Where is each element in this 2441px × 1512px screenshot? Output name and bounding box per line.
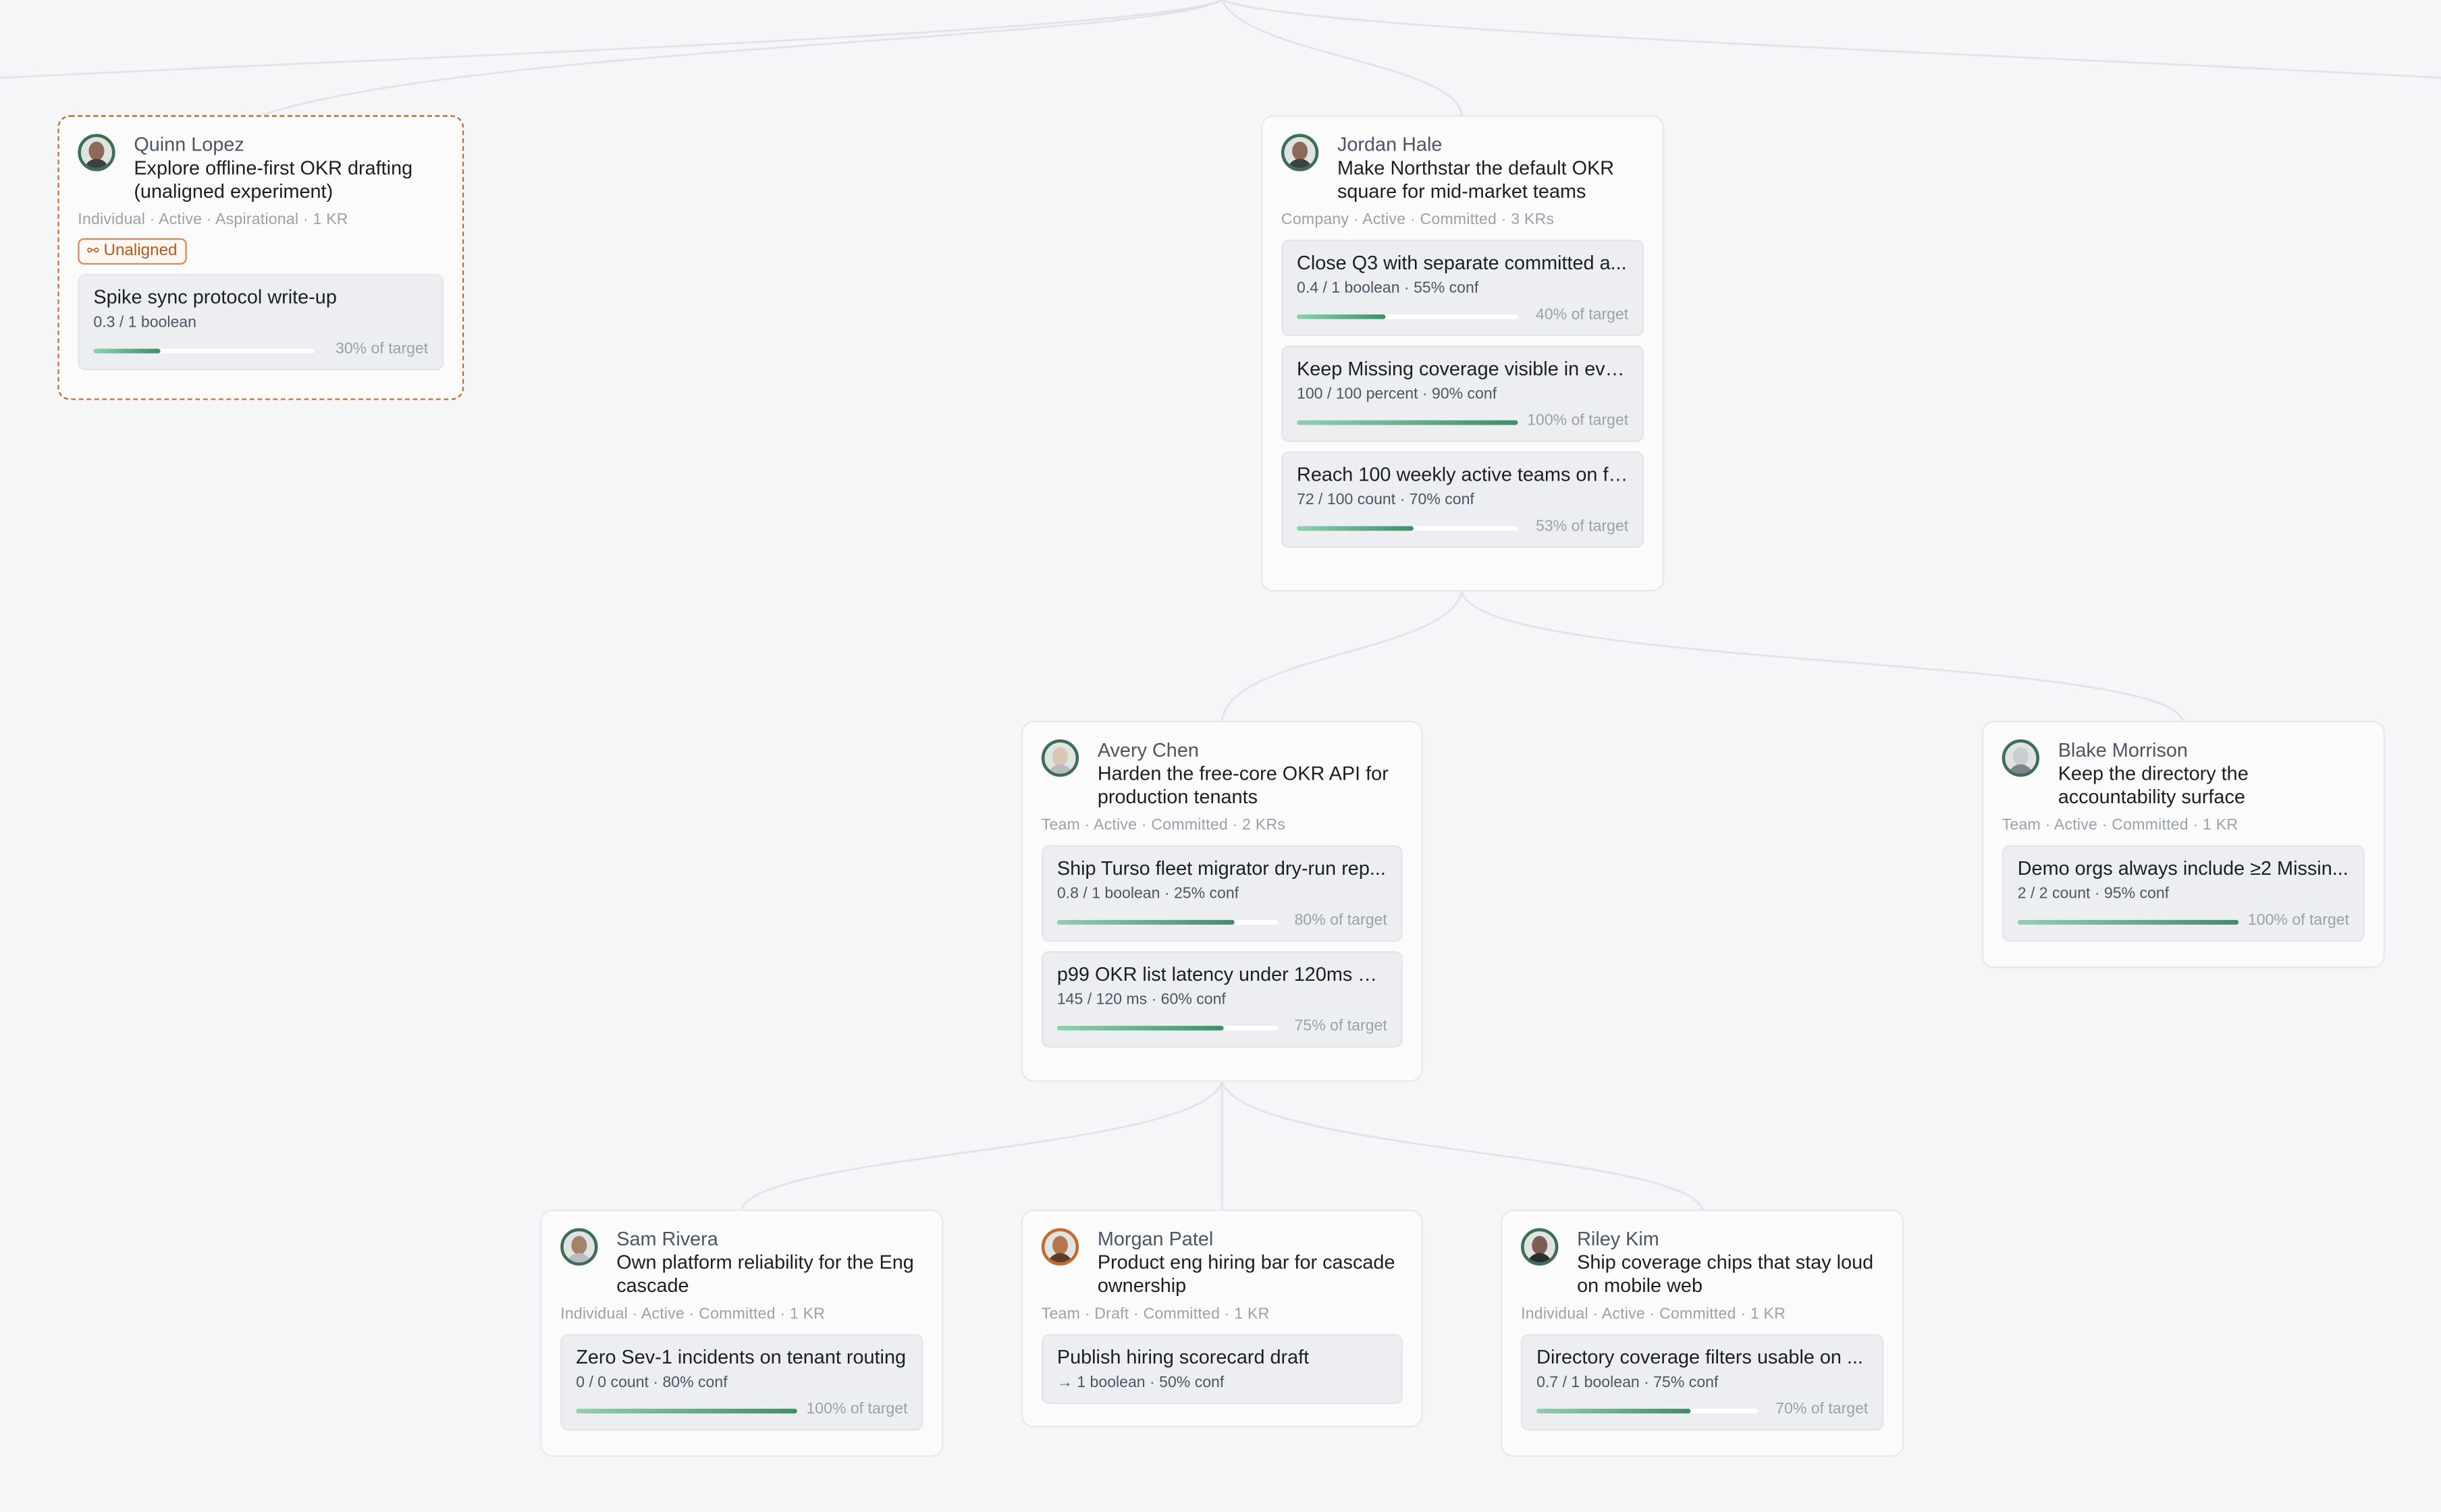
avatar <box>1041 1228 1079 1266</box>
objective-title[interactable]: Keep the directory the accountability su… <box>2058 763 2365 809</box>
objective-title[interactable]: Harden the free-core OKR API for product… <box>1098 763 1403 809</box>
progress-bar <box>1056 919 1279 924</box>
key-result[interactable]: Zero Sev-1 incidents on tenant routing 0… <box>560 1334 923 1431</box>
key-result[interactable]: Demo orgs always include ≥2 Missin... 2 … <box>2002 845 2365 942</box>
kr-title: Keep Missing coverage visible in ever... <box>1296 358 1629 380</box>
edge-root-jordan <box>1221 0 1463 115</box>
objective-meta: Team · Active · Committed · 1 KR <box>2002 817 2238 835</box>
kr-title: Ship Turso fleet migrator dry-run rep... <box>1056 857 1386 880</box>
owner-name: Riley Kim <box>1577 1228 1659 1250</box>
edge-root-left <box>0 0 1223 79</box>
okr-card-avery-chen[interactable]: Avery Chen Harden the free-core OKR API … <box>1021 720 1423 1082</box>
kr-title: Publish hiring scorecard draft <box>1056 1346 1310 1369</box>
edge-root-right <box>1221 0 2441 79</box>
key-result[interactable]: p99 OKR list latency under 120ms at... 1… <box>1041 951 1403 1048</box>
key-result[interactable]: Publish hiring scorecard draft → 1 boole… <box>1041 1334 1403 1405</box>
unaligned-badge: ⚯ Unaligned <box>78 238 187 265</box>
objective-title[interactable]: Ship coverage chips that stay loud on mo… <box>1577 1251 1883 1298</box>
key-result[interactable]: Close Q3 with separate committed a... 0.… <box>1281 240 1644 337</box>
edge-jordan-avery <box>1220 591 1463 721</box>
kr-title: Spike sync protocol write-up <box>93 286 337 308</box>
owner-name: Morgan Patel <box>1097 1228 1214 1250</box>
okr-card-riley-kim[interactable]: Riley Kim Ship coverage chips that stay … <box>1501 1209 1904 1457</box>
kr-value: 0.7 / 1 boolean · 75% conf <box>1536 1374 1719 1392</box>
objective-title[interactable]: Make Northstar the default OKR square fo… <box>1337 157 1644 204</box>
okr-card-jordan-hale[interactable]: Jordan Hale Make Northstar the default O… <box>1260 115 1665 592</box>
kr-title: Reach 100 weekly active teams on fr... <box>1296 464 1629 486</box>
progress-bar <box>1296 313 1518 319</box>
kr-title: Demo orgs always include ≥2 Missin... <box>2017 857 2349 880</box>
progress-label: 100% of target <box>806 1401 908 1418</box>
progress-label: 75% of target <box>1294 1018 1387 1035</box>
kr-title: Zero Sev-1 incidents on tenant routing <box>576 1346 907 1369</box>
kr-value: → 1 boolean · 50% conf <box>1056 1374 1225 1392</box>
progress-bar <box>2017 919 2239 924</box>
key-result[interactable]: Spike sync protocol write-up 0.3 / 1 boo… <box>78 273 444 371</box>
progress-label: 40% of target <box>1536 306 1629 324</box>
kr-value: 2 / 2 count · 95% conf <box>2017 886 2170 903</box>
kr-value: 145 / 120 ms · 60% conf <box>1056 991 1226 1009</box>
key-result[interactable]: Ship Turso fleet migrator dry-run rep...… <box>1041 845 1403 942</box>
progress-bar <box>1056 1025 1279 1030</box>
objective-meta: Team · Active · Committed · 2 KRs <box>1041 817 1286 835</box>
kr-title: Directory coverage filters usable on ... <box>1536 1346 1864 1369</box>
kr-title: p99 OKR list latency under 120ms at... <box>1056 963 1387 986</box>
objective-title[interactable]: Product eng hiring bar for cascade owner… <box>1098 1251 1403 1298</box>
okr-card-blake-morrison[interactable]: Blake Morrison Keep the directory the ac… <box>1981 720 2385 969</box>
avatar <box>1281 134 1319 171</box>
kr-value: 0.8 / 1 boolean · 25% conf <box>1056 886 1239 903</box>
owner-name: Sam Rivera <box>616 1228 718 1250</box>
progress-label: 53% of target <box>1536 518 1629 536</box>
objective-meta: Individual · Active · Aspirational · 1 K… <box>78 211 348 229</box>
kr-value: 0.4 / 1 boolean · 55% conf <box>1296 280 1479 298</box>
objective-title[interactable]: Own platform reliability for the Eng cas… <box>616 1251 923 1298</box>
edge-avery-sam <box>740 1081 1223 1210</box>
progress-label: 100% of target <box>1527 412 1629 430</box>
okr-cascade-canvas[interactable]: Quinn Lopez Explore offline-first OKR dr… <box>0 0 2441 1510</box>
objective-meta: Company · Active · Committed · 3 KRs <box>1281 211 1555 229</box>
kr-value: 100 / 100 percent · 90% conf <box>1296 385 1497 404</box>
unlink-icon: ⚯ <box>87 242 99 259</box>
progress-bar <box>1296 525 1518 531</box>
avatar <box>560 1228 598 1266</box>
key-result[interactable]: Reach 100 weekly active teams on fr... 7… <box>1281 451 1644 548</box>
owner-name: Quinn Lopez <box>134 134 244 156</box>
okr-card-sam-rivera[interactable]: Sam Rivera Own platform reliability for … <box>540 1209 944 1457</box>
progress-label: 80% of target <box>1294 912 1387 929</box>
progress-bar <box>1536 1407 1758 1413</box>
objective-title[interactable]: Explore offline-first OKR drafting (unal… <box>134 157 444 204</box>
objective-meta: Team · Draft · Committed · 1 KR <box>1041 1305 1270 1324</box>
avatar <box>2002 739 2040 777</box>
owner-name: Blake Morrison <box>2058 739 2188 761</box>
progress-bar <box>1296 419 1518 425</box>
objective-meta: Individual · Active · Committed · 1 KR <box>560 1305 826 1324</box>
key-result[interactable]: Keep Missing coverage visible in ever...… <box>1281 345 1644 442</box>
edge-jordan-blake <box>1461 591 2184 722</box>
progress-bar <box>93 348 315 353</box>
kr-value: 0.3 / 1 boolean <box>93 314 196 332</box>
progress-label: 100% of target <box>2247 912 2349 929</box>
progress-label: 30% of target <box>336 341 429 358</box>
okr-card-quinn-lopez[interactable]: Quinn Lopez Explore offline-first OKR dr… <box>57 115 464 400</box>
avatar <box>1041 739 1079 777</box>
edge-root-quinn <box>261 0 1223 116</box>
owner-name: Jordan Hale <box>1337 134 1443 156</box>
okr-card-morgan-patel[interactable]: Morgan Patel Product eng hiring bar for … <box>1021 1209 1423 1428</box>
avatar <box>78 134 115 171</box>
avatar <box>1521 1228 1559 1266</box>
kr-value: 72 / 100 count · 70% conf <box>1296 491 1474 510</box>
edge-avery-riley <box>1220 1081 1705 1210</box>
objective-meta: Individual · Active · Committed · 1 KR <box>1521 1305 1786 1324</box>
owner-name: Avery Chen <box>1097 739 1199 761</box>
progress-bar <box>576 1407 797 1413</box>
kr-title: Close Q3 with separate committed a... <box>1296 252 1627 274</box>
key-result[interactable]: Directory coverage filters usable on ...… <box>1521 1334 1884 1431</box>
kr-value: 0 / 0 count · 80% conf <box>576 1374 728 1392</box>
progress-label: 70% of target <box>1775 1401 1869 1418</box>
